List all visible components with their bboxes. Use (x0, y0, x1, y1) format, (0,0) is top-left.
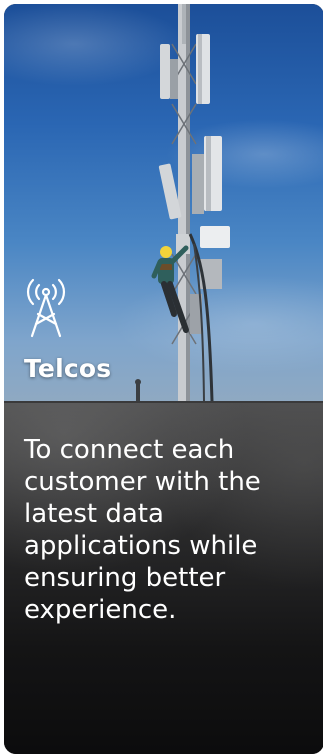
card-description: To connect each customer with the latest… (24, 435, 261, 625)
card-title: Telcos (24, 354, 112, 383)
industry-card-telcos[interactable]: Telcos To connect each customer with the… (4, 4, 323, 754)
tower-illustration (135, 4, 230, 401)
tower-photo: Telcos (4, 4, 323, 401)
cell-tower-icon (26, 278, 66, 338)
